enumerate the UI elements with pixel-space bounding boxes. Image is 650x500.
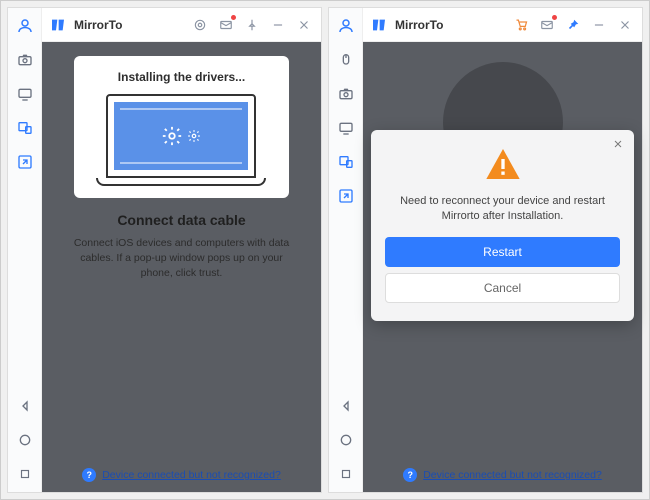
minimize-icon[interactable]: [269, 16, 287, 34]
pin-icon[interactable]: [243, 16, 261, 34]
cancel-button[interactable]: Cancel: [385, 273, 620, 303]
content-description: Connect iOS devices and computers with d…: [66, 236, 297, 282]
help-link[interactable]: Device connected but not recognized?: [423, 469, 602, 481]
help-icon: ?: [82, 468, 96, 482]
main-panel: MirrorTo Connect data cable Connect the: [363, 8, 642, 492]
target-icon[interactable]: [191, 16, 209, 34]
notification-dot: [552, 15, 557, 20]
modal-message: Need to reconnect your device and restar…: [394, 194, 610, 225]
main-panel: MirrorTo Installing the drivers...: [42, 8, 321, 492]
gear-icon-small: [187, 129, 201, 143]
help-icon: ?: [403, 468, 417, 482]
app-logo-icon: [50, 17, 66, 33]
close-icon[interactable]: [295, 16, 313, 34]
app-window-left: MirrorTo Installing the drivers...: [7, 7, 322, 493]
titlebar: MirrorTo: [42, 8, 321, 42]
back-icon[interactable]: [15, 396, 35, 416]
mail-icon[interactable]: [217, 16, 235, 34]
content-heading: Connect data cable: [117, 212, 245, 228]
devices-icon[interactable]: [336, 152, 356, 172]
app-title: MirrorTo: [395, 18, 443, 32]
modal-close-icon[interactable]: [610, 136, 626, 152]
user-icon[interactable]: [15, 16, 35, 36]
card-title: Installing the drivers...: [118, 70, 245, 84]
cart-icon[interactable]: [512, 16, 530, 34]
expand-icon[interactable]: [15, 152, 35, 172]
square-icon[interactable]: [336, 464, 356, 484]
back-icon[interactable]: [336, 396, 356, 416]
screen-icon[interactable]: [15, 84, 35, 104]
content-area: Installing the drivers... Connect data c…: [42, 42, 321, 492]
help-link[interactable]: Device connected but not recognized?: [102, 469, 281, 481]
help-row: ? Device connected but not recognized?: [82, 454, 281, 482]
gear-icon: [161, 125, 183, 147]
restart-button[interactable]: Restart: [385, 237, 620, 267]
warning-icon: [481, 144, 525, 184]
user-icon[interactable]: [336, 16, 356, 36]
app-title: MirrorTo: [74, 18, 122, 32]
install-card: Installing the drivers...: [74, 56, 290, 198]
mouse-icon[interactable]: [336, 50, 356, 70]
laptop-illustration: [106, 94, 256, 186]
square-icon[interactable]: [15, 464, 35, 484]
circle-icon[interactable]: [336, 430, 356, 450]
devices-icon[interactable]: [15, 118, 35, 138]
expand-icon[interactable]: [336, 186, 356, 206]
sidebar: [8, 8, 42, 492]
sidebar: [329, 8, 363, 492]
circle-icon[interactable]: [15, 430, 35, 450]
camera-icon[interactable]: [15, 50, 35, 70]
content-area: Connect data cable Connect the iOS devic…: [363, 42, 642, 492]
screen-icon[interactable]: [336, 118, 356, 138]
app-logo-icon: [371, 17, 387, 33]
camera-icon[interactable]: [336, 84, 356, 104]
app-window-right: MirrorTo Connect data cable Connect the: [328, 7, 643, 493]
notification-dot: [231, 15, 236, 20]
titlebar: MirrorTo: [363, 8, 642, 42]
pin-icon[interactable]: [564, 16, 582, 34]
restart-modal: Need to reconnect your device and restar…: [371, 130, 634, 321]
help-row: ? Device connected but not recognized?: [403, 454, 602, 482]
close-icon[interactable]: [616, 16, 634, 34]
minimize-icon[interactable]: [590, 16, 608, 34]
mail-icon[interactable]: [538, 16, 556, 34]
